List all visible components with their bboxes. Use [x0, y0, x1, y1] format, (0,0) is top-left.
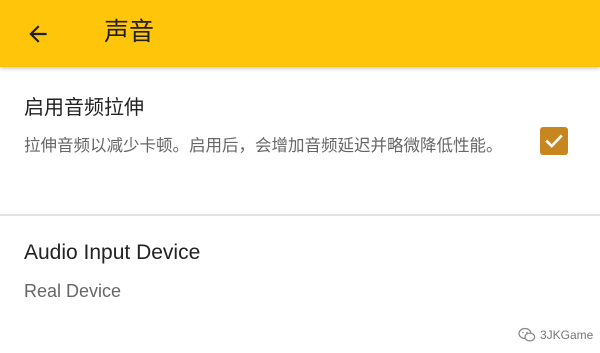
- page-title: 声音: [104, 17, 155, 46]
- audio-input-device-value: Real Device: [24, 281, 122, 301]
- app-bar: 声音: [0, 0, 600, 67]
- audio-stretch-checkbox[interactable]: [540, 127, 568, 155]
- audio-input-device-title: Audio Input Device: [24, 241, 201, 264]
- audio-stretch-setting[interactable]: 启用音频拉伸 拉伸音频以减少卡顿。启用后，会增加音频延迟并略微降低性能。: [0, 67, 600, 214]
- audio-input-device-setting[interactable]: Audio Input Device Real Device: [0, 216, 600, 316]
- check-icon: [545, 134, 563, 148]
- watermark-text: 3JKGame: [540, 328, 594, 342]
- audio-stretch-title: 启用音频拉伸: [24, 95, 144, 119]
- audio-stretch-summary: 拉伸音频以减少卡顿。启用后，会增加音频延迟并略微降低性能。: [24, 136, 503, 155]
- arrow-left-icon: [29, 25, 47, 43]
- watermark: 3JKGame: [518, 325, 593, 345]
- back-button[interactable]: [14, 10, 62, 58]
- sound-settings-screen: 声音 启用音频拉伸 拉伸音频以减少卡顿。启用后，会增加音频延迟并略微降低性能。 …: [0, 0, 600, 353]
- wechat-icon: [518, 327, 536, 342]
